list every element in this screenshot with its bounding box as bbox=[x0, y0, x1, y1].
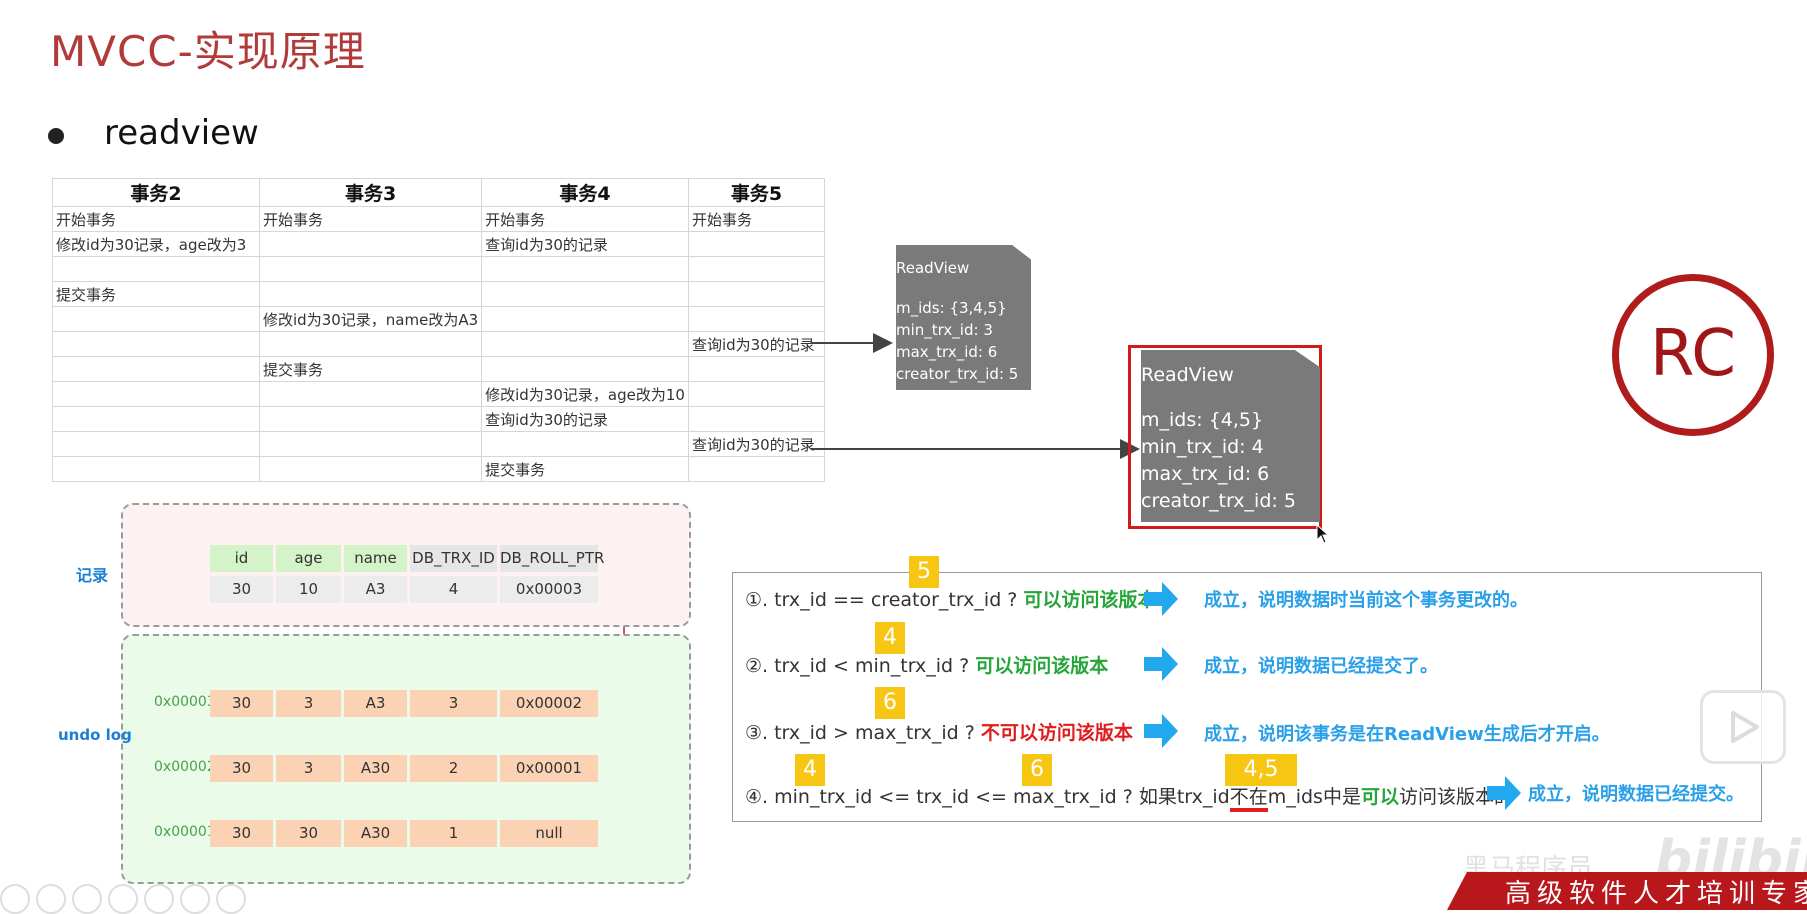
mouse-cursor-icon bbox=[1316, 524, 1330, 544]
undo-2-id: 30 bbox=[210, 755, 273, 782]
undo-1-trx-id: 3 bbox=[410, 690, 497, 717]
rule-4: ④. min_trx_id <= trx_id <= max_trx_id ? … bbox=[745, 782, 1513, 812]
undo-addr-2: 0x00002 bbox=[154, 759, 216, 775]
play-button[interactable] bbox=[1700, 690, 1786, 764]
readview-1-creator-trx-id: creator_trx_id: 5 bbox=[896, 365, 1019, 383]
arrow-right-icon bbox=[1144, 714, 1178, 748]
undo-3-roll-ptr: null bbox=[500, 820, 598, 847]
badge-creator: 5 bbox=[909, 556, 939, 588]
readview-2-title: ReadView bbox=[1141, 364, 1234, 386]
record-value-age: 10 bbox=[276, 576, 341, 603]
rc-label: RC bbox=[1650, 317, 1736, 391]
arrow-right-icon bbox=[1144, 582, 1178, 616]
undo-3-id: 30 bbox=[210, 820, 273, 847]
undo-2-age: 3 bbox=[276, 755, 341, 782]
readview-2-min-trx-id: min_trx_id: 4 bbox=[1141, 436, 1264, 458]
record-value-db-trx-id: 4 bbox=[410, 576, 497, 603]
undo-3-age: 30 bbox=[276, 820, 341, 847]
undo-3-trx-id: 1 bbox=[410, 820, 497, 847]
readview-2: ReadView m_ids: {4,5} min_trx_id: 4 max_… bbox=[1141, 350, 1320, 522]
undo-3-name: A30 bbox=[344, 820, 407, 847]
arrow-right-icon bbox=[1487, 776, 1521, 810]
rule-2-result: 成立，说明数据已经提交了。 bbox=[1204, 656, 1438, 677]
undo-1-id: 30 bbox=[210, 690, 273, 717]
rule-4-text-2: m_ids中是 bbox=[1267, 786, 1361, 808]
rule-1: ①. trx_id == creator_trx_id ? 可以访问该版本 bbox=[745, 585, 1156, 612]
rule-2-verdict: 可以访问该版本 bbox=[975, 655, 1109, 677]
record-value-id: 30 bbox=[210, 576, 273, 603]
rule-3: ③. trx_id > max_trx_id ? 不可以访问该版本 bbox=[745, 718, 1133, 745]
record-header-age: age bbox=[276, 545, 341, 572]
rule-4-not-in: 不在 bbox=[1229, 786, 1268, 812]
undo-addr-1: 0x00003 bbox=[154, 694, 216, 710]
badge-min: 4 bbox=[875, 622, 905, 654]
rule-4-text: ④. min_trx_id <= trx_id <= max_trx_id ? … bbox=[745, 786, 1230, 808]
rule-4-result: 成立，说明数据已经提交。 bbox=[1528, 784, 1744, 805]
undo-2-name: A30 bbox=[344, 755, 407, 782]
readview-1-m-ids: m_ids: {3,4,5} bbox=[896, 299, 1007, 317]
undo-2-roll-ptr: 0x00001 bbox=[500, 755, 598, 782]
readview-1-max-trx-id: max_trx_id: 6 bbox=[896, 343, 998, 361]
rule-1-result: 成立，说明数据时当前这个事务更改的。 bbox=[1204, 590, 1528, 611]
record-header-name: name bbox=[344, 545, 407, 572]
record-value-db-roll-ptr: 0x00003 bbox=[500, 576, 598, 603]
readview-2-m-ids: m_ids: {4,5} bbox=[1141, 409, 1264, 431]
readview-1: ReadView m_ids: {3,4,5} min_trx_id: 3 ma… bbox=[896, 245, 1031, 390]
record-label: 记录 bbox=[76, 566, 109, 585]
brand-banner-text: 高级软件人才培训专家 bbox=[1505, 879, 1807, 909]
rule-3-verdict: 不可以访问该版本 bbox=[980, 722, 1133, 744]
rule-2: ②. trx_id < min_trx_id ? 可以访问该版本 bbox=[745, 651, 1108, 678]
readview-1-title: ReadView bbox=[896, 259, 970, 277]
undo-1-age: 3 bbox=[276, 690, 341, 717]
undo-1-name: A3 bbox=[344, 690, 407, 717]
rule-1-verdict: 可以访问该版本 bbox=[1023, 589, 1157, 611]
rule-4-verdict: 可以 bbox=[1360, 786, 1399, 808]
readview-2-creator-trx-id: creator_trx_id: 5 bbox=[1141, 490, 1296, 512]
undo-addr-3: 0x00001 bbox=[154, 824, 216, 840]
play-icon bbox=[1731, 711, 1759, 743]
rule-2-text: ②. trx_id < min_trx_id ? bbox=[745, 655, 976, 677]
record-header-db-roll-ptr: DB_ROLL_PTR bbox=[500, 545, 604, 572]
rule-3-result: 成立，说明该事务是在ReadView生成后才开启。 bbox=[1204, 724, 1610, 745]
record-value-name: A3 bbox=[344, 576, 407, 603]
badge-max: 6 bbox=[875, 687, 905, 719]
record-header-db-trx-id: DB_TRX_ID bbox=[410, 545, 497, 572]
undo-2-trx-id: 2 bbox=[410, 755, 497, 782]
readview-2-max-trx-id: max_trx_id: 6 bbox=[1141, 463, 1270, 485]
rule-1-text: ①. trx_id == creator_trx_id ? bbox=[745, 589, 1024, 611]
arrow-right-icon bbox=[1144, 647, 1178, 681]
record-header-id: id bbox=[210, 545, 273, 572]
undo-1-roll-ptr: 0x00002 bbox=[500, 690, 598, 717]
readview-1-min-trx-id: min_trx_id: 3 bbox=[896, 321, 993, 339]
undo-log-label: undo log bbox=[58, 726, 132, 744]
rule-3-text: ③. trx_id > max_trx_id ? bbox=[745, 722, 981, 744]
